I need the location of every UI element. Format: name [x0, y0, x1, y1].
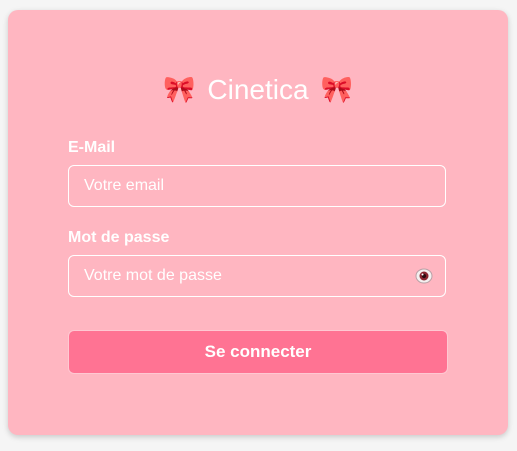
app-title: Cinetica — [207, 74, 309, 105]
ribbon-bow-icon: 🎀 — [163, 75, 196, 105]
password-label: Mot de passe — [68, 229, 170, 246]
login-button[interactable]: Se connecter — [68, 330, 448, 374]
password-field[interactable]: Votre mot de passe — [68, 255, 446, 297]
email-label: E-Mail — [68, 139, 116, 156]
email-field[interactable]: Votre email — [68, 165, 446, 207]
page-title: 🎀 Cinetica 🎀 — [8, 70, 508, 110]
email-placeholder: Votre email — [84, 177, 165, 194]
eye-icon[interactable] — [415, 267, 433, 285]
password-placeholder: Votre mot de passe — [84, 267, 222, 284]
login-card: 🎀 Cinetica 🎀 E-Mail Votre email Mot de p… — [8, 10, 508, 435]
ribbon-bow-icon: 🎀 — [320, 75, 353, 105]
